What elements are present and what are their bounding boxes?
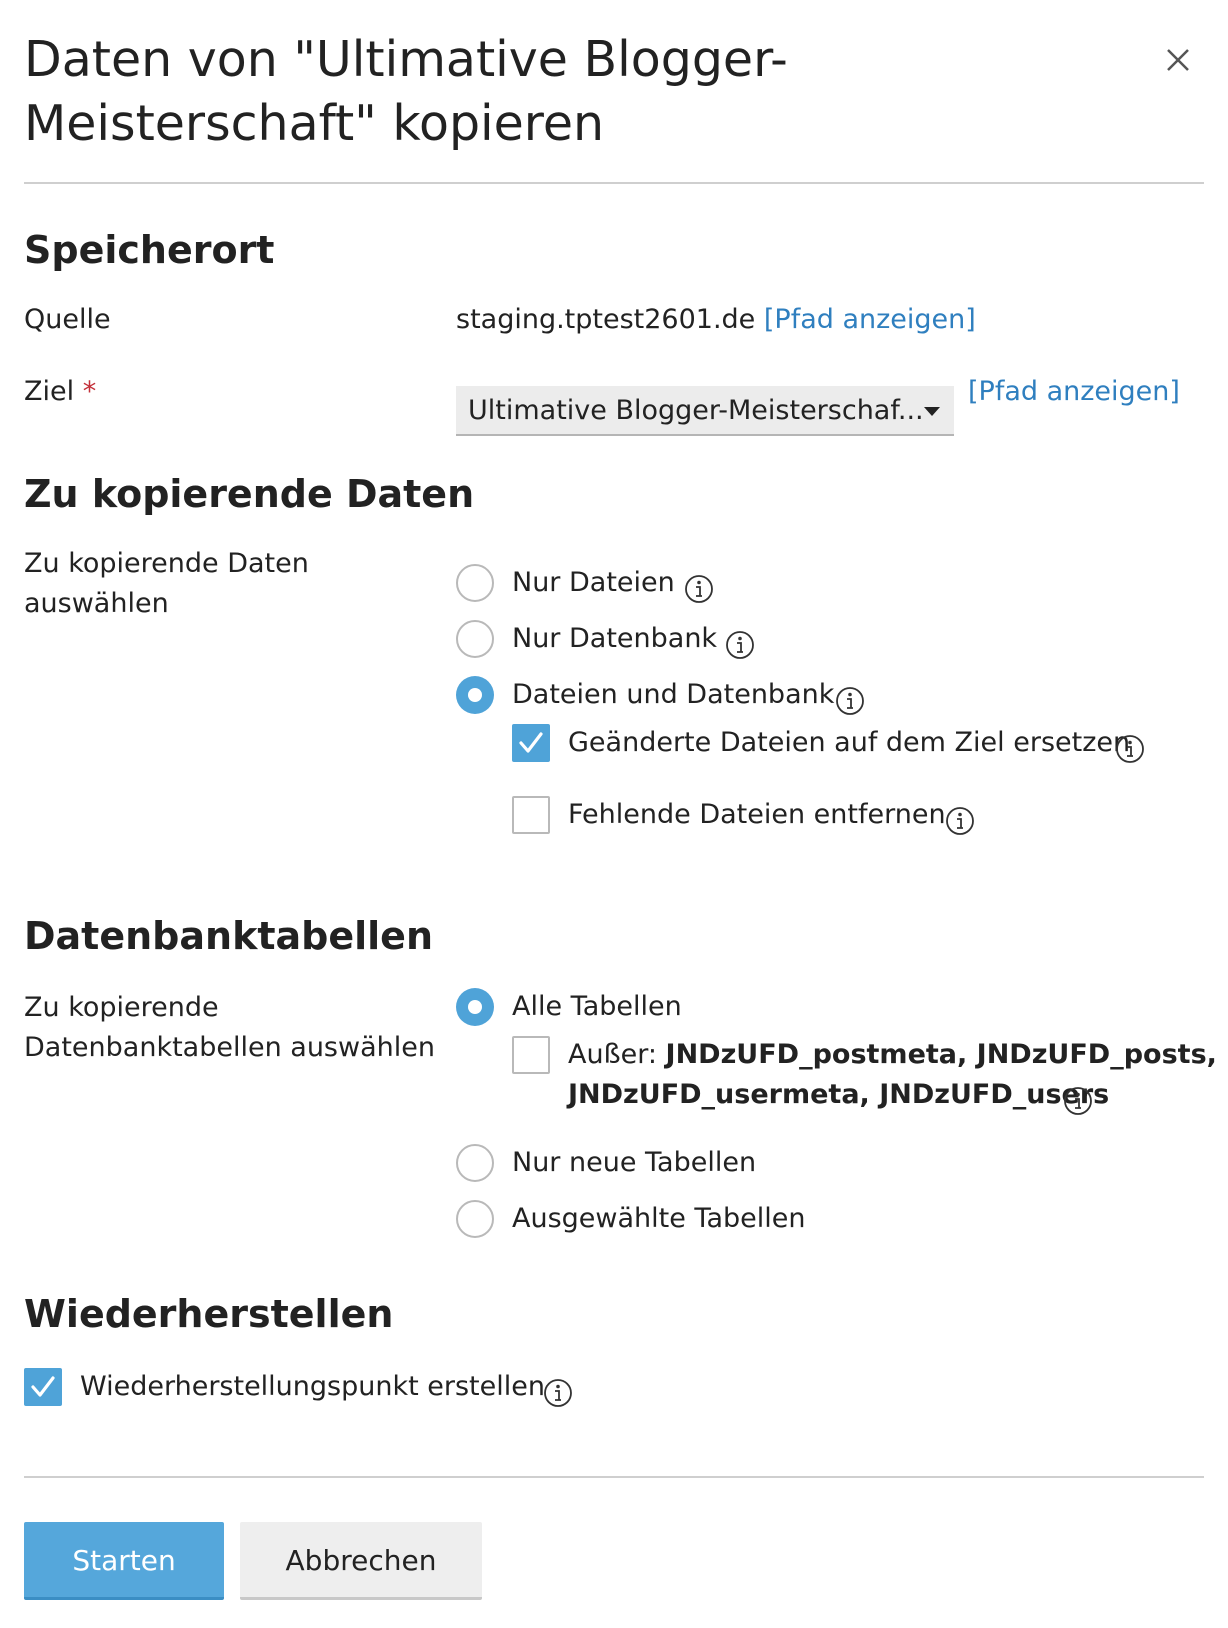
- option-nur-dateien: Nur Dateien: [512, 563, 675, 603]
- suboption-label: Fehlende Dateien entfernen: [568, 799, 946, 830]
- suboption-fehlende-dateien: Fehlende Dateien entfernen: [568, 795, 946, 835]
- except-tables-line1: Außer: JNDzUFD_postmeta, JNDzUFD_posts,: [568, 1035, 1217, 1075]
- target-select-value: Ultimative Blogger-Meisterschaf...: [468, 395, 924, 426]
- info-icon[interactable]: [1063, 1086, 1093, 1116]
- radio-ausgewaehlte-tabellen[interactable]: [456, 1200, 494, 1238]
- info-icon[interactable]: [543, 1378, 573, 1408]
- option-nur-neue-tabellen: Nur neue Tabellen: [512, 1143, 756, 1183]
- info-icon[interactable]: [945, 806, 975, 836]
- restore-checkbox-label: Wiederherstellungspunkt erstellen: [80, 1367, 545, 1407]
- radio-nur-neue-tabellen[interactable]: [456, 1144, 494, 1182]
- option-label: Nur neue Tabellen: [512, 1147, 757, 1178]
- radio-alle-tabellen[interactable]: [456, 988, 494, 1026]
- option-label: Ausgewählte Tabellen: [512, 1203, 806, 1234]
- target-label-row: Ziel *: [24, 372, 96, 412]
- checkbox-wiederherstellungspunkt[interactable]: [24, 1368, 62, 1406]
- restore-label: Wiederherstellungspunkt erstellen: [80, 1371, 545, 1402]
- target-label: Ziel: [24, 376, 75, 407]
- except-tables-line2: JNDzUFD_usermeta, JNDzUFD_users: [568, 1075, 1109, 1115]
- tables-section-heading: Datenbanktabellen: [24, 914, 434, 958]
- radio-dateien-und-datenbank[interactable]: [456, 676, 494, 714]
- footer-divider: [24, 1476, 1204, 1478]
- option-nur-datenbank: Nur Datenbank: [512, 619, 717, 659]
- info-icon[interactable]: [835, 686, 865, 716]
- option-label: Alle Tabellen: [512, 991, 682, 1022]
- dialog-title: Daten von "Ultimative Blogger-Meistersch…: [24, 31, 788, 152]
- data-section-heading: Zu kopierende Daten: [24, 472, 475, 516]
- radio-nur-dateien[interactable]: [456, 564, 494, 602]
- source-path-link[interactable]: [Pfad anzeigen]: [764, 304, 976, 335]
- data-section-label: Zu kopierende Daten auswählen: [24, 548, 309, 619]
- radio-nur-datenbank[interactable]: [456, 620, 494, 658]
- close-icon[interactable]: [1160, 42, 1196, 78]
- except-list-1: JNDzUFD_postmeta, JNDzUFD_posts,: [665, 1039, 1217, 1070]
- except-prefix: Außer:: [568, 1039, 657, 1070]
- cancel-button[interactable]: Abbrechen: [240, 1522, 482, 1600]
- option-label: Nur Datenbank: [512, 623, 718, 654]
- chevron-down-icon: [924, 407, 940, 416]
- checkbox-geaenderte-dateien[interactable]: [512, 724, 550, 762]
- target-select[interactable]: Ultimative Blogger-Meisterschaf...: [456, 386, 954, 436]
- option-dateien-und-datenbank: Dateien und Datenbank: [512, 675, 834, 715]
- start-button[interactable]: Starten: [24, 1522, 224, 1600]
- source-value: staging.tptest2601.de: [456, 304, 756, 335]
- source-row: staging.tptest2601.de [Pfad anzeigen]: [456, 300, 976, 340]
- option-alle-tabellen: Alle Tabellen: [512, 987, 682, 1027]
- header-divider: [24, 182, 1204, 184]
- info-icon[interactable]: [1115, 734, 1145, 764]
- target-path-link[interactable]: [Pfad anzeigen]: [968, 376, 1180, 407]
- info-icon[interactable]: [725, 630, 755, 660]
- restore-section-heading: Wiederherstellen: [24, 1292, 394, 1336]
- tables-section-label: Zu kopierende Datenbanktabellen auswähle…: [24, 992, 435, 1063]
- checkbox-fehlende-dateien[interactable]: [512, 796, 550, 834]
- suboption-geaenderte-dateien: Geänderte Dateien auf dem Ziel ersetzen: [568, 723, 1130, 763]
- option-label: Nur Dateien: [512, 567, 675, 598]
- except-list-2: JNDzUFD_usermeta, JNDzUFD_users: [568, 1079, 1110, 1110]
- option-ausgewaehlte-tabellen: Ausgewählte Tabellen: [512, 1199, 805, 1239]
- required-mark: *: [82, 376, 97, 407]
- option-label: Dateien und Datenbank: [512, 679, 835, 710]
- source-label: Quelle: [24, 304, 111, 335]
- checkbox-ausser-tabellen[interactable]: [512, 1036, 550, 1074]
- info-icon[interactable]: [684, 574, 714, 604]
- suboption-label: Geänderte Dateien auf dem Ziel ersetzen: [568, 727, 1131, 758]
- speicherort-heading: Speicherort: [24, 228, 275, 272]
